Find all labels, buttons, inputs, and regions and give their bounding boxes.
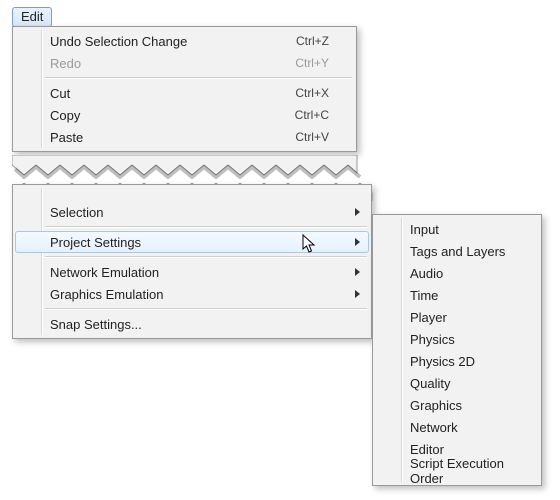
menu-label: Physics 2D bbox=[410, 354, 514, 369]
menu-label: Copy bbox=[50, 108, 295, 123]
menu-label: Undo Selection Change bbox=[50, 34, 296, 49]
submenu-item-player[interactable]: Player bbox=[375, 306, 539, 328]
menu-label: Physics bbox=[410, 332, 514, 347]
menu-label: Cut bbox=[50, 86, 295, 101]
submenu-item-quality[interactable]: Quality bbox=[375, 372, 539, 394]
submenu-arrow-icon bbox=[355, 238, 360, 246]
menu-shortcut: Ctrl+Z bbox=[296, 34, 329, 48]
submenu-item-time[interactable]: Time bbox=[375, 284, 539, 306]
menu-label: Network bbox=[410, 420, 514, 435]
menu-label: Snap Settings... bbox=[50, 317, 344, 332]
menu-separator bbox=[45, 226, 367, 228]
submenu-arrow-icon bbox=[355, 290, 360, 298]
menu-item-graphics-emulation[interactable]: Graphics Emulation bbox=[15, 283, 369, 305]
menu-label: Player bbox=[410, 310, 514, 325]
menu-label: Graphics bbox=[410, 398, 514, 413]
menu-item-paste[interactable]: Paste Ctrl+V bbox=[15, 126, 354, 148]
project-settings-submenu: Input Tags and Layers Audio Time Player … bbox=[372, 214, 542, 486]
torn-edge-icon bbox=[12, 155, 369, 183]
menu-label: Project Settings bbox=[50, 235, 344, 250]
submenu-item-input[interactable]: Input bbox=[375, 218, 539, 240]
menu-label: Paste bbox=[50, 130, 295, 145]
menu-shortcut: Ctrl+V bbox=[295, 130, 329, 144]
menu-label: Redo bbox=[50, 56, 295, 71]
menu-item-undo[interactable]: Undo Selection Change Ctrl+Z bbox=[15, 30, 354, 52]
menu-label: Graphics Emulation bbox=[50, 287, 344, 302]
menu-label: Tags and Layers bbox=[410, 244, 514, 259]
submenu-item-graphics[interactable]: Graphics bbox=[375, 394, 539, 416]
menu-label: Script Execution Order bbox=[410, 456, 514, 486]
menu-shortcut: Ctrl+C bbox=[295, 108, 329, 122]
submenu-item-tags-and-layers[interactable]: Tags and Layers bbox=[375, 240, 539, 262]
edit-menu-button[interactable]: Edit bbox=[12, 7, 52, 27]
menu-label: Editor bbox=[410, 442, 514, 457]
menu-item-network-emulation[interactable]: Network Emulation bbox=[15, 261, 369, 283]
submenu-item-physics[interactable]: Physics bbox=[375, 328, 539, 350]
menu-shortcut: Ctrl+Y bbox=[295, 56, 329, 70]
edit-menu-bottom: Selection Project Settings Network Emula… bbox=[12, 184, 372, 339]
menu-separator bbox=[45, 77, 352, 79]
menu-label: Selection bbox=[50, 205, 344, 220]
menu-shortcut: Ctrl+X bbox=[295, 86, 329, 100]
menu-item-copy[interactable]: Copy Ctrl+C bbox=[15, 104, 354, 126]
menu-separator bbox=[45, 308, 367, 310]
menu-label: Network Emulation bbox=[50, 265, 344, 280]
menu-item-cut[interactable]: Cut Ctrl+X bbox=[15, 82, 354, 104]
menu-item-snap-settings[interactable]: Snap Settings... bbox=[15, 313, 369, 335]
menu-separator bbox=[45, 256, 367, 258]
submenu-item-physics-2d[interactable]: Physics 2D bbox=[375, 350, 539, 372]
edit-menu-top: Undo Selection Change Ctrl+Z Redo Ctrl+Y… bbox=[12, 26, 357, 152]
submenu-item-audio[interactable]: Audio bbox=[375, 262, 539, 284]
submenu-arrow-icon bbox=[355, 208, 360, 216]
submenu-item-network[interactable]: Network bbox=[375, 416, 539, 438]
menu-item-project-settings[interactable]: Project Settings bbox=[15, 231, 369, 253]
menu-label: Quality bbox=[410, 376, 514, 391]
submenu-item-script-execution-order[interactable]: Script Execution Order bbox=[375, 460, 539, 482]
menu-item-redo[interactable]: Redo Ctrl+Y bbox=[15, 52, 354, 74]
menu-label: Input bbox=[410, 222, 514, 237]
menu-item-selection[interactable]: Selection bbox=[15, 201, 369, 223]
menu-label: Audio bbox=[410, 266, 514, 281]
submenu-arrow-icon bbox=[355, 268, 360, 276]
menu-label: Time bbox=[410, 288, 514, 303]
